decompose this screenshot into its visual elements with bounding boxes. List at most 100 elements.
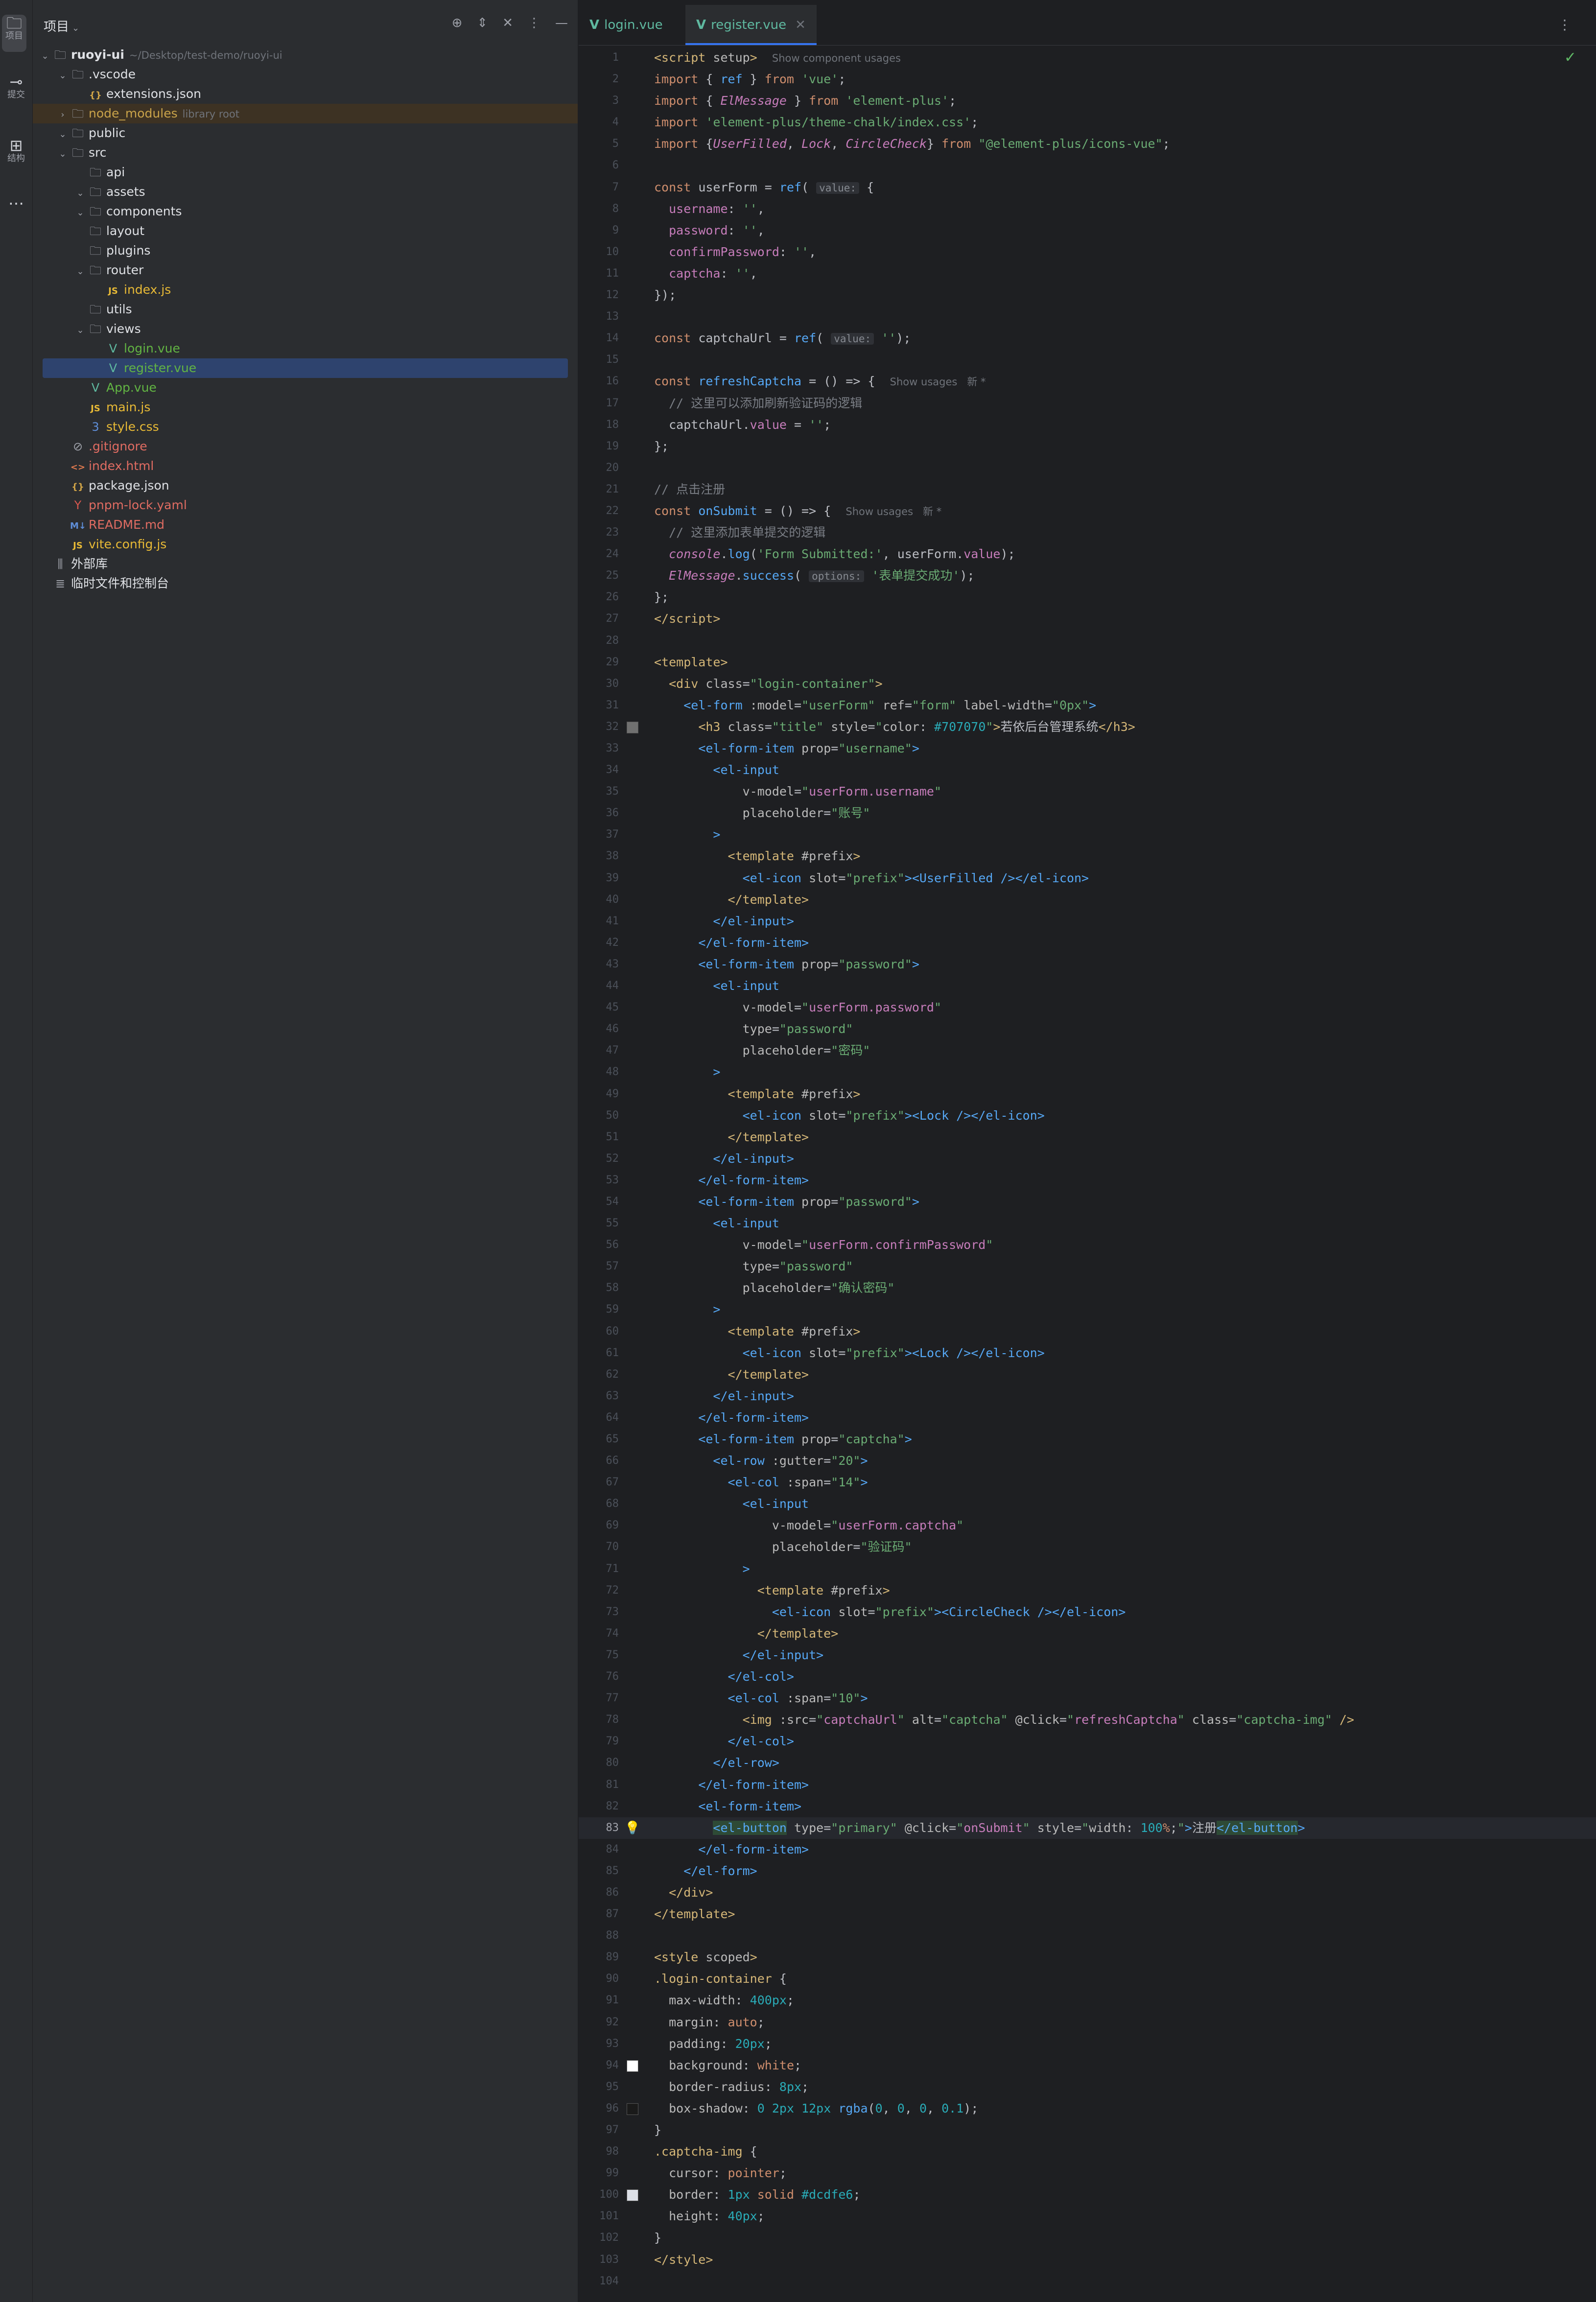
tree-item-assets[interactable]: ⌄ 🗀 assets	[33, 182, 578, 202]
tree-item-外部库[interactable]: ⫼ 外部库	[33, 554, 578, 574]
code-line: 26};	[606, 590, 669, 605]
code-line: 66 <el-row :gutter="20">	[606, 1454, 868, 1468]
code-line: 88	[606, 1929, 619, 1942]
tree-item-vscode[interactable]: ⌄ 🗀 .vscode	[33, 65, 578, 84]
activity-bar: 🗀 项目 ⊸ 提交 ⊞ 结构 …	[0, 0, 33, 2302]
code-line: 52 </el-input>	[606, 1151, 795, 1166]
tree-item-label: package.json	[89, 478, 169, 493]
editor-tab-bar: Vlogin.vue Vregister.vue ✕ ⋮	[579, 5, 1596, 46]
project-toolbar: ⊕ ⇕ ✕ ⋮ —	[452, 16, 568, 30]
tree-item-readme-md[interactable]: M↓ README.md	[33, 515, 578, 535]
tab-options-icon[interactable]: ⋮	[1558, 5, 1572, 45]
tree-item-label: .gitignore	[89, 439, 147, 453]
tree-item-src[interactable]: ⌄ 🗀 src	[33, 143, 578, 163]
tree-item-style-css[interactable]: 3 style.css	[33, 417, 578, 437]
tree-item-label: public	[89, 126, 126, 140]
commit-tool-button[interactable]: ⊸ 提交	[0, 73, 32, 108]
code-line: 48 >	[606, 1065, 721, 1080]
code-line: 94 background: white;	[606, 2058, 802, 2072]
chevron-down-icon[interactable]: ⌄	[55, 144, 70, 164]
code-line: 86 </div>	[606, 1885, 713, 1900]
tree-item-ruoyi-ui[interactable]: ⌄ 🗀 ruoyi-ui ~/Desktop/test-demo/ruoyi-ui	[33, 45, 578, 65]
chevron-down-icon[interactable]: ⌄	[73, 321, 88, 340]
folder-icon: 🗀	[90, 303, 101, 316]
more-tools-button[interactable]: …	[0, 191, 32, 211]
chevron-right-icon[interactable]: ›	[55, 105, 70, 125]
code-line: 92 margin: auto;	[606, 2015, 765, 2029]
color-swatch	[627, 721, 638, 733]
tree-item-label: login.vue	[124, 341, 180, 355]
tree-item-api[interactable]: 🗀 api	[33, 163, 578, 182]
tree-item-plugins[interactable]: 🗀 plugins	[33, 241, 578, 260]
code-line: 23 // 这里添加表单提交的逻辑	[606, 525, 826, 540]
code-line: 78 <img :src="captchaUrl" alt="captcha" …	[606, 1713, 1355, 1727]
tree-item-label: layout	[106, 224, 145, 238]
lightbulb-icon[interactable]: 💡	[625, 1821, 640, 1835]
code-line: 27 </script>	[606, 611, 721, 626]
tree-item-label: index.html	[89, 459, 154, 473]
json-file-icon: {}	[71, 482, 84, 492]
hide-icon[interactable]: —	[555, 16, 568, 30]
commit-icon: ⊸	[9, 72, 23, 91]
locate-icon[interactable]: ⊕	[452, 16, 463, 30]
tree-item-app-vue[interactable]: V App.vue	[33, 378, 578, 398]
folder-icon: 🗀	[90, 185, 101, 199]
tree-item-utils[interactable]: 🗀 utils	[33, 300, 578, 319]
chevron-down-icon[interactable]: ⌄	[38, 47, 52, 66]
chevron-down-icon[interactable]: ⌄	[73, 203, 88, 223]
tree-item-index-html[interactable]: <> index.html	[33, 456, 578, 476]
chevron-down-icon[interactable]: ⌄	[73, 262, 88, 282]
tree-item-extensions-json[interactable]: {} extensions.json	[33, 84, 578, 104]
tree-item-views[interactable]: ⌄ 🗀 views	[33, 319, 578, 339]
tree-item-label: main.js	[106, 400, 151, 414]
tree-item-pnpm-lock-yaml[interactable]: Ypnpm-lock.yaml	[33, 495, 578, 515]
tab-login-vue[interactable]: Vlogin.vue	[579, 5, 674, 45]
code-line: 62 </template>	[606, 1367, 809, 1382]
code-line: 17 // 这里可以添加刷新验证码的逻辑	[606, 396, 863, 410]
code-line: 82 <el-form-item>	[606, 1799, 802, 1813]
code-line: 28	[606, 634, 619, 647]
tree-item-node-modules[interactable]: › 🗀 node_modules library root	[33, 104, 578, 123]
code-line: 61 <el-icon slot="prefix"><Lock /></el-i…	[606, 1345, 1045, 1360]
collapse-all-icon[interactable]: ✕	[502, 16, 513, 30]
structure-tool-button[interactable]: ⊞ 结构	[0, 137, 32, 171]
tree-item-临时文件和控制台[interactable]: ≣ 临时文件和控制台	[33, 574, 578, 593]
code-line: 96 box-shadow: 0 2px 12px rgba(0, 0, 0, …	[606, 2101, 979, 2115]
code-line: 103 </style>	[599, 2252, 713, 2267]
css-file-icon: 3	[92, 420, 99, 434]
code-line: 85 </el-form>	[606, 1863, 757, 1878]
tree-item-register-vue[interactable]: Vregister.vue	[43, 358, 568, 378]
chevron-down-icon[interactable]: ⌄	[55, 125, 70, 144]
tab-register-vue[interactable]: Vregister.vue ✕	[685, 5, 817, 45]
color-swatch	[627, 2060, 638, 2072]
json-file-icon: {}	[89, 90, 102, 100]
code-view[interactable]: 1 <script setup> Show component usages 2i…	[579, 47, 1596, 2292]
tree-item-router[interactable]: ⌄ 🗀 router	[33, 260, 578, 280]
tree-item-label: assets	[106, 185, 145, 199]
code-line: 16 const refreshCaptcha = () => { Show us…	[606, 374, 986, 389]
options-icon[interactable]: ⋮	[528, 16, 540, 30]
code-line: 12});	[606, 288, 677, 303]
project-view-selector[interactable]: 项目 ⌄	[44, 17, 79, 35]
tree-item-public[interactable]: ⌄ 🗀 public	[33, 123, 578, 143]
code-line: 46 type="password"	[606, 1022, 853, 1036]
expand-all-icon[interactable]: ⇕	[477, 16, 488, 30]
tree-item-main-js[interactable]: JS main.js	[33, 398, 578, 417]
code-line: 51 </template>	[606, 1129, 809, 1144]
code-line: 55 <el-input	[606, 1216, 779, 1231]
code-line: 98 .captcha-img {	[606, 2144, 757, 2159]
tree-item-gitignore[interactable]: ⊘ .gitignore	[33, 437, 578, 456]
chevron-down-icon[interactable]: ⌄	[55, 66, 70, 86]
close-icon[interactable]: ✕	[795, 18, 806, 32]
tree-item-index-js[interactable]: JS index.js	[33, 280, 578, 300]
tree-item-components[interactable]: ⌄ 🗀 components	[33, 202, 578, 221]
chevron-down-icon[interactable]: ⌄	[73, 184, 88, 203]
code-line: 9 password: '',	[612, 223, 765, 237]
tree-item-vite-config-js[interactable]: JS vite.config.js	[33, 535, 578, 554]
project-panel: 项目 ⌄ ⊕ ⇕ ✕ ⋮ — ⌄ 🗀 ruoyi-ui ~/Desktop/test-d…	[33, 0, 579, 2302]
tree-item-login-vue[interactable]: Vlogin.vue	[33, 339, 578, 358]
code-line: 76 </el-col>	[606, 1669, 794, 1684]
project-tool-button[interactable]: 🗀 项目	[2, 15, 26, 52]
tree-item-package-json[interactable]: {} package.json	[33, 476, 578, 495]
tree-item-layout[interactable]: 🗀 layout	[33, 221, 578, 241]
